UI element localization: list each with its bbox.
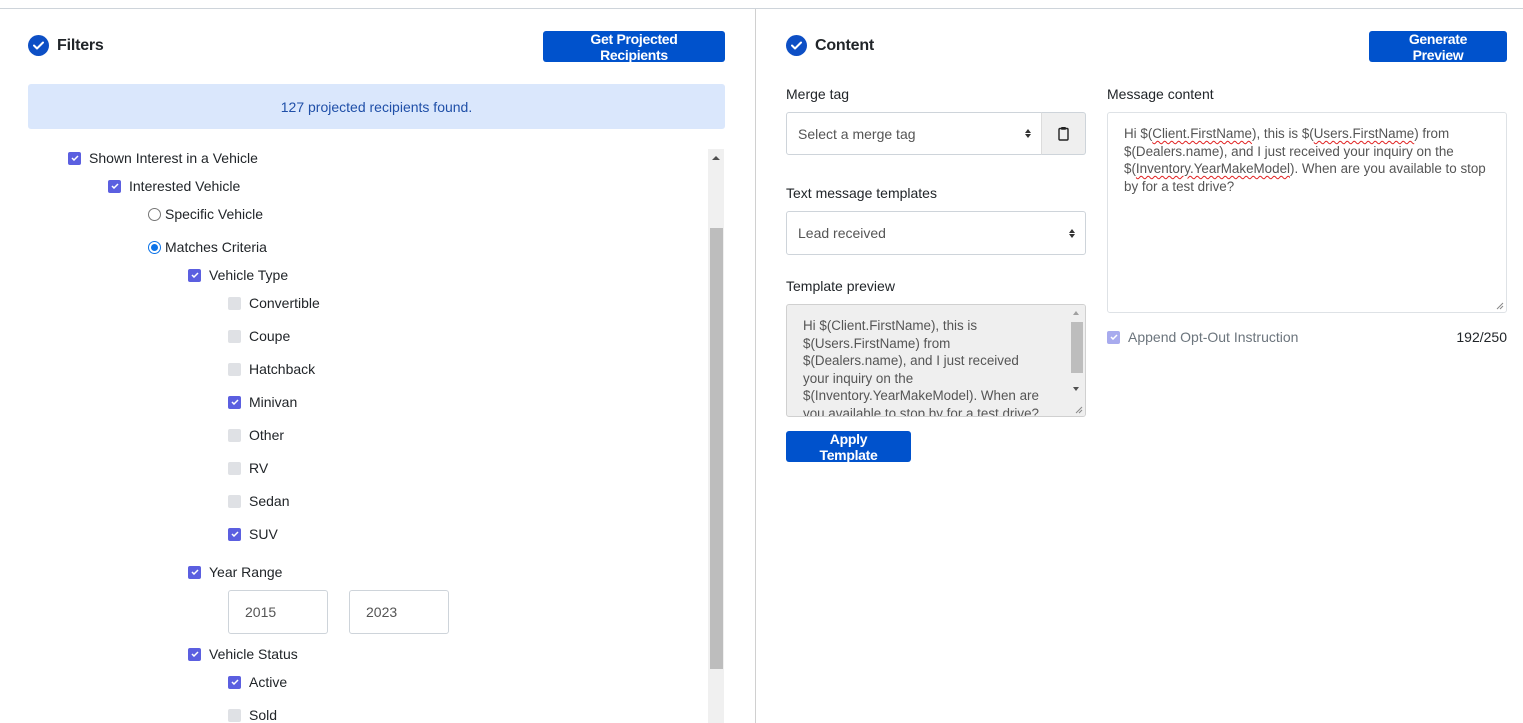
select-arrows-icon [1025,129,1031,138]
append-opt-out-checkbox[interactable]: Append Opt-Out Instruction [1107,329,1298,345]
checkbox-checked-icon[interactable] [188,268,201,282]
clipboard-icon [1058,127,1069,141]
filters-title: Filters [57,36,104,54]
scroll-up-arrow-icon[interactable] [712,156,720,160]
option-label: Sold [249,707,278,723]
scroll-thumb[interactable] [710,228,723,669]
option-label: Active [249,674,288,690]
checkbox-checked-icon[interactable] [1107,330,1120,344]
message-content-textarea[interactable]: Hi $(Client.FirstName), this is $(Users.… [1107,112,1507,313]
year-to-input[interactable] [349,590,449,634]
vehicle-type-option[interactable]: Minivan [228,394,297,410]
select-arrows-icon [1069,228,1075,238]
generate-preview-button[interactable]: Generate Preview [1369,31,1507,63]
vehicle-type-option[interactable]: Sedan [228,493,289,509]
vehicle-type-option[interactable]: Convertible [228,295,320,311]
checkbox-checked-icon[interactable] [68,151,81,165]
template-preview-text: Hi $(Client.FirstName), this is $(Users.… [803,318,1039,417]
checkbox-unchecked-icon[interactable] [228,461,241,475]
template-preview-textarea[interactable]: Hi $(Client.FirstName), this is $(Users.… [786,304,1086,417]
merge-tag-placeholder: Select a merge tag [798,125,916,142]
filter-tree-scrollbar[interactable] [708,149,724,723]
filter-shown-interest[interactable]: Shown Interest in a Vehicle [68,150,258,166]
checkbox-unchecked-icon[interactable] [228,362,241,376]
option-label: RV [249,460,269,476]
apply-template-button[interactable]: Apply Template [786,431,911,463]
checkbox-unchecked-icon[interactable] [228,296,241,310]
radio-specific-vehicle[interactable]: Specific Vehicle [148,206,263,222]
filter-interested-vehicle[interactable]: Interested Vehicle [108,178,240,194]
filter-label: Interested Vehicle [129,178,241,194]
checkbox-checked-icon[interactable] [188,647,201,661]
resize-grip-icon[interactable] [1073,404,1083,414]
vehicle-type-option[interactable]: Hatchback [228,361,315,377]
scroll-down-arrow-icon[interactable] [1073,387,1079,391]
vehicle-type-option[interactable]: RV [228,460,268,476]
circle-check-icon [28,35,49,56]
get-projected-recipients-button[interactable]: Get Projected Recipients [543,31,725,63]
merge-tag-label: Merge tag [786,86,850,102]
checkbox-checked-icon[interactable] [228,675,241,689]
top-divider [0,8,1523,9]
vehicle-type-option[interactable]: Coupe [228,328,290,344]
filter-label: Vehicle Status [209,646,298,662]
filter-vehicle-type[interactable]: Vehicle Type [188,267,288,283]
checkbox-unchecked-icon[interactable] [228,329,241,343]
checkbox-checked-icon[interactable] [228,527,241,541]
merge-tag-select[interactable]: Select a merge tag [786,112,1042,155]
filter-label: Vehicle Type [209,267,289,283]
year-from-input[interactable] [228,590,328,634]
vehicle-status-option[interactable]: Active [228,674,287,690]
radio-unselected-icon[interactable] [148,207,161,221]
panel-divider [755,9,756,723]
filter-label: Year Range [209,564,283,580]
content-header: Content [786,35,874,56]
filter-label: Specific Vehicle [165,206,264,222]
template-preview-scrollbar[interactable] [1069,305,1085,416]
radio-matches-criteria[interactable]: Matches Criteria [148,239,267,255]
filter-tree: Shown Interest in a Vehicle Interested V… [28,146,725,723]
filter-label: Matches Criteria [165,239,267,255]
filters-header: Filters [28,35,104,56]
scroll-thumb[interactable] [1071,322,1083,373]
checkbox-checked-icon[interactable] [228,395,241,409]
option-label: Sedan [249,493,290,509]
checkbox-checked-icon[interactable] [188,565,201,579]
template-preview-label: Template preview [786,278,895,294]
filter-year-range[interactable]: Year Range [188,564,282,580]
checkbox-unchecked-icon[interactable] [228,428,241,442]
option-label: Coupe [249,328,291,344]
insert-merge-tag-button[interactable] [1041,112,1086,155]
content-title: Content [815,36,875,54]
vehicle-type-option[interactable]: SUV [228,526,278,542]
message-content-text: Hi $(Client.FirstName), this is $(Users.… [1124,126,1486,194]
option-label: Hatchback [249,361,316,377]
checkbox-unchecked-icon[interactable] [228,494,241,508]
checkbox-checked-icon[interactable] [108,179,121,193]
templates-selected: Lead received [798,225,886,241]
option-label: Convertible [249,295,320,311]
option-label: Other [249,427,285,443]
recipients-alert: 127 projected recipients found. [28,84,725,129]
filter-vehicle-status[interactable]: Vehicle Status [188,646,298,662]
resize-grip-icon[interactable] [1494,300,1504,310]
templates-select[interactable]: Lead received [786,211,1086,255]
radio-selected-icon[interactable] [148,240,161,254]
templates-label: Text message templates [786,185,937,201]
message-content-label: Message content [1107,86,1214,102]
opt-out-label: Append Opt-Out Instruction [1128,329,1299,345]
vehicle-status-option[interactable]: Sold [228,707,277,723]
character-count: 192/250 [1456,329,1507,345]
option-label: SUV [249,526,278,542]
recipients-alert-text: 127 projected recipients found. [280,98,473,115]
checkbox-unchecked-icon[interactable] [228,708,241,722]
option-label: Minivan [249,394,298,410]
scroll-up-arrow-icon[interactable] [1073,311,1079,315]
circle-check-icon [786,35,807,56]
filter-label: Shown Interest in a Vehicle [89,150,258,166]
vehicle-type-option[interactable]: Other [228,427,284,443]
